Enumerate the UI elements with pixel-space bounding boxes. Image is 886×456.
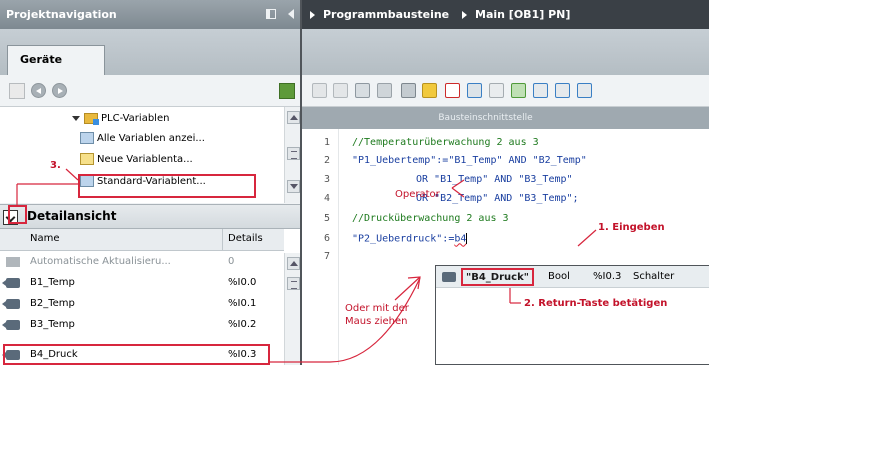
device-tab-strip: Geräte <box>0 29 300 75</box>
monitor-icon[interactable] <box>401 83 416 98</box>
detail-view-scrollbar[interactable] <box>284 253 300 365</box>
table-icon <box>80 132 94 144</box>
autocomplete-name: "B4_Druck" <box>461 268 534 286</box>
more-tools-icon[interactable] <box>577 83 592 98</box>
autocomplete-address: %I0.3 <box>593 271 622 282</box>
tree-item-alle-variablen[interactable]: Alle Variablen anzei... <box>80 129 205 149</box>
text-caret <box>466 233 468 244</box>
tree-item-neue-variablentabelle[interactable]: Neue Variablenta... <box>80 150 193 170</box>
scroll-up-icon[interactable] <box>287 257 300 270</box>
line-number: 3 <box>323 174 330 185</box>
insert-network-icon[interactable] <box>312 83 327 98</box>
outdent-icon[interactable] <box>555 83 570 98</box>
variable-icon <box>2 278 20 288</box>
collapse-left-icon[interactable] <box>288 9 294 19</box>
autocomplete-list: "B4_Druck" Bool %I0.3 Schalter <box>435 265 709 365</box>
scroll-thumb[interactable] <box>287 147 300 160</box>
line-number: 4 <box>323 193 330 204</box>
goto-icon[interactable] <box>355 83 370 98</box>
scroll-down-icon[interactable] <box>287 180 300 193</box>
detail-view-header: Detailansicht <box>0 204 300 229</box>
table-row[interactable]: Automatische Aktualisieru... 0 <box>0 252 284 272</box>
favorites-icon[interactable] <box>422 83 437 98</box>
line-number: 6 <box>323 233 330 244</box>
table-row[interactable]: B2_Temp %I0.1 <box>0 294 284 314</box>
annotation-step-1: 1. Eingeben <box>598 222 665 233</box>
tree-scrollbar[interactable] <box>284 107 300 203</box>
project-navigation-header: Projektnavigation <box>0 0 300 29</box>
autocomplete-comment: Schalter <box>633 271 675 282</box>
sync-icon[interactable] <box>279 83 295 99</box>
code-line[interactable]: //Drucküberwachung 2 aus 3 <box>352 213 509 224</box>
insert-network-below-icon[interactable] <box>333 83 348 98</box>
check-icon[interactable] <box>511 83 526 98</box>
line-number: 2 <box>323 155 330 166</box>
line-number: 1 <box>323 137 330 148</box>
tia-portal-window: Projektnavigation Geräte PLC-Variablen A… <box>0 0 709 365</box>
highlight-standard-variablentabelle <box>78 174 256 198</box>
scroll-up-icon[interactable] <box>287 111 300 124</box>
variable-icon <box>2 299 20 309</box>
project-navigation-title: Projektnavigation <box>6 8 117 21</box>
code-line[interactable]: "P1_Uebertemp":="B1_Temp" AND "B2_Temp" <box>352 155 587 166</box>
line-number: 7 <box>323 251 330 262</box>
breadcrumb-main[interactable]: Main [OB1] PN] <box>475 8 570 21</box>
code-line-active[interactable]: "P2_Ueberdruck":=b4 <box>352 233 468 245</box>
code-line[interactable]: //Temperaturüberwachung 2 aus 3 <box>352 137 539 148</box>
table-row[interactable]: B1_Temp %I0.0 <box>0 273 284 293</box>
line-number: 5 <box>323 213 330 224</box>
highlight-b4-druck-row <box>3 344 270 365</box>
code-editor[interactable]: 1 2 3 4 5 6 7 //Temperaturüberwachung 2 … <box>302 129 709 365</box>
column-details[interactable]: Details <box>228 233 263 244</box>
code-line[interactable]: OR "B1_Temp" AND "B3_Temp" <box>416 174 573 185</box>
back-icon[interactable] <box>31 83 46 98</box>
forward-icon[interactable] <box>52 83 67 98</box>
breadcrumb-programmbausteine[interactable]: Programmbausteine <box>323 8 449 21</box>
column-separator <box>222 229 223 251</box>
annotation-drag: Oder mit der Maus ziehen <box>345 303 409 327</box>
tree-item-plc-variablen[interactable]: PLC-Variablen <box>72 109 169 129</box>
comment-icon[interactable] <box>445 83 460 98</box>
auto-update-icon <box>6 257 20 267</box>
annotation-step-2: 2. Return-Taste betätigen <box>524 298 668 309</box>
expand-triangle-icon[interactable] <box>72 115 80 121</box>
uncomment-icon[interactable] <box>467 83 482 98</box>
typed-input: b4 <box>454 233 467 245</box>
table-row[interactable]: B3_Temp %I0.2 <box>0 315 284 335</box>
detail-view-title: Detailansicht <box>27 209 117 223</box>
new-item-icon[interactable] <box>9 83 25 99</box>
breadcrumb-arrow-icon <box>310 11 315 19</box>
line-number-gutter: 1 2 3 4 5 6 7 <box>302 129 339 365</box>
code-line[interactable]: OR "B2_Temp" AND "B3_Temp"; <box>416 193 579 204</box>
variable-icon <box>442 272 456 282</box>
annotation-operator: Operator <box>395 189 440 200</box>
autocomplete-type: Bool <box>548 271 570 282</box>
autocomplete-item-b4-druck[interactable]: "B4_Druck" Bool %I0.3 Schalter <box>436 266 709 288</box>
annotation-step-3: 3. <box>50 160 61 171</box>
block-interface-bar[interactable]: Bausteinschnittstelle <box>302 107 709 129</box>
tab-geraete[interactable]: Geräte <box>7 45 105 75</box>
project-navigation-toolbar <box>0 75 300 107</box>
block-call-icon[interactable] <box>377 83 392 98</box>
list-icon[interactable] <box>489 83 504 98</box>
editor-tab-strip <box>302 29 709 75</box>
indent-icon[interactable] <box>533 83 548 98</box>
folder-icon <box>84 112 99 125</box>
detail-view-column-header: Name Details <box>0 229 284 251</box>
breadcrumb: Programmbausteine Main [OB1] PN] <box>302 0 709 29</box>
editor-toolbar <box>302 75 709 107</box>
breadcrumb-arrow-icon <box>462 11 467 19</box>
new-table-icon <box>80 153 94 165</box>
pin-icon[interactable] <box>266 9 276 19</box>
variable-icon <box>2 320 20 330</box>
column-name[interactable]: Name <box>30 233 60 244</box>
scroll-thumb[interactable] <box>287 277 300 290</box>
highlight-detail-toggle <box>8 205 27 224</box>
